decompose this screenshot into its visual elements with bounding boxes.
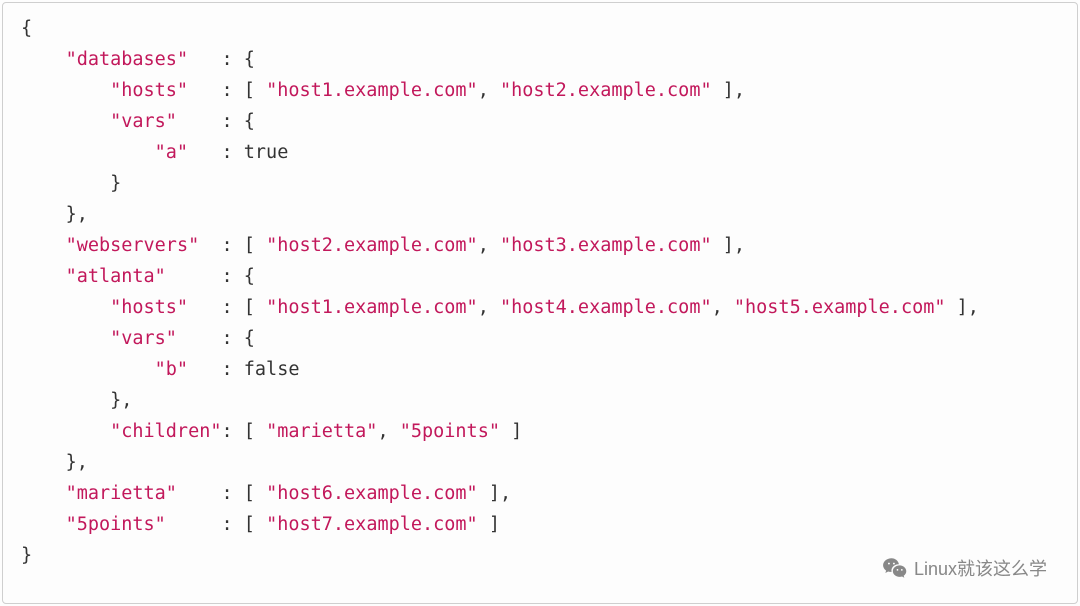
key-a: "a" bbox=[155, 142, 188, 163]
comma: , bbox=[377, 421, 388, 442]
brace-close-comma: }, bbox=[66, 204, 88, 225]
brace-close-comma: }, bbox=[66, 452, 88, 473]
bracket-open: [ bbox=[244, 421, 255, 442]
string-host1: "host1.example.com" bbox=[266, 297, 478, 318]
bool-false: false bbox=[244, 359, 300, 380]
comma: , bbox=[478, 297, 489, 318]
colon: : bbox=[222, 235, 233, 256]
string-5points: "5points" bbox=[400, 421, 500, 442]
key-vars: "vars" bbox=[110, 328, 177, 349]
colon: : bbox=[222, 297, 233, 318]
key-hosts: "hosts" bbox=[110, 297, 188, 318]
colon: : bbox=[222, 514, 233, 535]
comma: , bbox=[478, 80, 489, 101]
bracket-open: [ bbox=[244, 235, 255, 256]
brace-close: } bbox=[21, 545, 32, 566]
wechat-icon bbox=[882, 555, 908, 581]
colon: : bbox=[222, 328, 233, 349]
string-host1: "host1.example.com" bbox=[266, 80, 478, 101]
bool-true: true bbox=[244, 142, 289, 163]
key-atlanta: "atlanta" bbox=[66, 266, 166, 287]
bracket-close: ] bbox=[489, 514, 500, 535]
key-hosts: "hosts" bbox=[110, 80, 188, 101]
brace-open: { bbox=[244, 266, 255, 287]
bracket-close-comma: ], bbox=[489, 483, 511, 504]
string-host5: "host5.example.com" bbox=[734, 297, 946, 318]
colon: : bbox=[222, 111, 233, 132]
bracket-open: [ bbox=[244, 297, 255, 318]
string-host4: "host4.example.com" bbox=[500, 297, 712, 318]
key-5points: "5points" bbox=[66, 514, 166, 535]
colon: : bbox=[222, 142, 233, 163]
code-block: { "databases" : { "hosts" : [ "host1.exa… bbox=[3, 3, 1077, 581]
string-host3: "host3.example.com" bbox=[500, 235, 712, 256]
string-marietta: "marietta" bbox=[266, 421, 377, 442]
watermark: Linux就该这么学 bbox=[882, 555, 1047, 581]
brace-open: { bbox=[244, 328, 255, 349]
colon: : bbox=[222, 266, 233, 287]
string-host2: "host2.example.com" bbox=[266, 235, 478, 256]
colon: : bbox=[222, 359, 233, 380]
brace-close: } bbox=[110, 173, 121, 194]
colon: : bbox=[222, 483, 233, 504]
brace-open: { bbox=[244, 111, 255, 132]
bracket-open: [ bbox=[244, 514, 255, 535]
bracket-close-comma: ], bbox=[723, 80, 745, 101]
colon: : bbox=[222, 49, 233, 70]
key-children: "children" bbox=[110, 421, 221, 442]
string-host6: "host6.example.com" bbox=[266, 483, 478, 504]
colon: : bbox=[222, 421, 233, 442]
key-marietta: "marietta" bbox=[66, 483, 177, 504]
key-vars: "vars" bbox=[110, 111, 177, 132]
key-webservers: "webservers" bbox=[66, 235, 200, 256]
watermark-text: Linux就该这么学 bbox=[914, 555, 1047, 581]
colon: : bbox=[222, 80, 233, 101]
string-host7: "host7.example.com" bbox=[266, 514, 478, 535]
key-b: "b" bbox=[155, 359, 188, 380]
key-databases: "databases" bbox=[66, 49, 189, 70]
bracket-close-comma: ], bbox=[723, 235, 745, 256]
brace-open: { bbox=[21, 18, 32, 39]
comma: , bbox=[712, 297, 723, 318]
brace-close-comma: }, bbox=[110, 390, 132, 411]
brace-open: { bbox=[244, 49, 255, 70]
bracket-open: [ bbox=[244, 80, 255, 101]
bracket-close: ] bbox=[511, 421, 522, 442]
code-frame: { "databases" : { "hosts" : [ "host1.exa… bbox=[2, 2, 1078, 604]
comma: , bbox=[478, 235, 489, 256]
string-host2: "host2.example.com" bbox=[500, 80, 712, 101]
bracket-close-comma: ], bbox=[957, 297, 979, 318]
bracket-open: [ bbox=[244, 483, 255, 504]
